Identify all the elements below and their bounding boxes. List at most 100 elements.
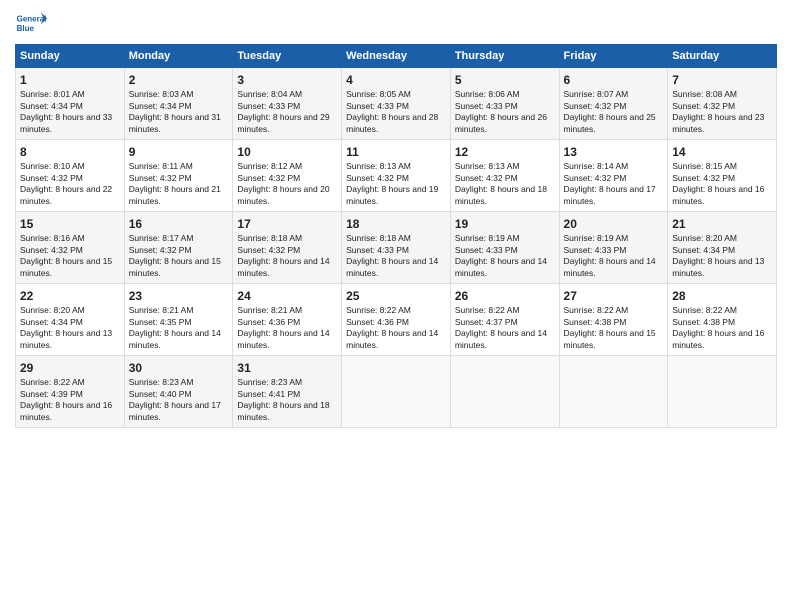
sunset-text: Sunset: 4:38 PM: [564, 317, 627, 327]
daylight-text: Daylight: 8 hours and 14 minutes.: [129, 328, 221, 349]
day-cell-23: 23Sunrise: 8:21 AMSunset: 4:35 PMDayligh…: [124, 284, 233, 356]
daylight-text: Daylight: 8 hours and 15 minutes.: [564, 328, 656, 349]
day-cell-8: 8Sunrise: 8:10 AMSunset: 4:32 PMDaylight…: [16, 140, 125, 212]
sunrise-text: Sunrise: 8:21 AM: [129, 305, 194, 315]
daylight-text: Daylight: 8 hours and 14 minutes.: [455, 328, 547, 349]
sunrise-text: Sunrise: 8:22 AM: [20, 377, 85, 387]
sunrise-text: Sunrise: 8:07 AM: [564, 89, 629, 99]
sunset-text: Sunset: 4:32 PM: [20, 173, 83, 183]
logo-icon: General Blue: [15, 10, 47, 38]
weekday-header-thursday: Thursday: [450, 45, 559, 68]
day-number: 29: [20, 360, 120, 376]
empty-cell: [668, 356, 777, 428]
day-number: 6: [564, 72, 664, 88]
day-number: 10: [237, 144, 337, 160]
daylight-text: Daylight: 8 hours and 17 minutes.: [564, 184, 656, 205]
weekday-header-tuesday: Tuesday: [233, 45, 342, 68]
day-cell-12: 12Sunrise: 8:13 AMSunset: 4:32 PMDayligh…: [450, 140, 559, 212]
day-cell-11: 11Sunrise: 8:13 AMSunset: 4:32 PMDayligh…: [342, 140, 451, 212]
sunrise-text: Sunrise: 8:22 AM: [564, 305, 629, 315]
sunrise-text: Sunrise: 8:12 AM: [237, 161, 302, 171]
calendar-container: General Blue SundayMondayTuesdayWednesda…: [0, 0, 792, 438]
weekday-header-row: SundayMondayTuesdayWednesdayThursdayFrid…: [16, 45, 777, 68]
week-row-5: 29Sunrise: 8:22 AMSunset: 4:39 PMDayligh…: [16, 356, 777, 428]
day-number: 31: [237, 360, 337, 376]
daylight-text: Daylight: 8 hours and 23 minutes.: [672, 112, 764, 133]
sunrise-text: Sunrise: 8:14 AM: [564, 161, 629, 171]
day-number: 3: [237, 72, 337, 88]
sunset-text: Sunset: 4:39 PM: [20, 389, 83, 399]
svg-text:Blue: Blue: [17, 24, 35, 33]
sunset-text: Sunset: 4:40 PM: [129, 389, 192, 399]
day-cell-7: 7Sunrise: 8:08 AMSunset: 4:32 PMDaylight…: [668, 68, 777, 140]
day-number: 14: [672, 144, 772, 160]
day-number: 21: [672, 216, 772, 232]
week-row-1: 1Sunrise: 8:01 AMSunset: 4:34 PMDaylight…: [16, 68, 777, 140]
logo: General Blue: [15, 10, 47, 38]
daylight-text: Daylight: 8 hours and 14 minutes.: [237, 256, 329, 277]
header-row: General Blue: [15, 10, 777, 38]
day-cell-25: 25Sunrise: 8:22 AMSunset: 4:36 PMDayligh…: [342, 284, 451, 356]
daylight-text: Daylight: 8 hours and 21 minutes.: [129, 184, 221, 205]
day-number: 24: [237, 288, 337, 304]
sunset-text: Sunset: 4:32 PM: [129, 245, 192, 255]
daylight-text: Daylight: 8 hours and 33 minutes.: [20, 112, 112, 133]
daylight-text: Daylight: 8 hours and 20 minutes.: [237, 184, 329, 205]
day-number: 20: [564, 216, 664, 232]
day-cell-17: 17Sunrise: 8:18 AMSunset: 4:32 PMDayligh…: [233, 212, 342, 284]
daylight-text: Daylight: 8 hours and 22 minutes.: [20, 184, 112, 205]
day-cell-26: 26Sunrise: 8:22 AMSunset: 4:37 PMDayligh…: [450, 284, 559, 356]
day-number: 25: [346, 288, 446, 304]
sunset-text: Sunset: 4:33 PM: [346, 245, 409, 255]
day-number: 1: [20, 72, 120, 88]
day-number: 13: [564, 144, 664, 160]
day-number: 16: [129, 216, 229, 232]
sunrise-text: Sunrise: 8:04 AM: [237, 89, 302, 99]
empty-cell: [559, 356, 668, 428]
sunset-text: Sunset: 4:32 PM: [237, 245, 300, 255]
day-number: 15: [20, 216, 120, 232]
empty-cell: [342, 356, 451, 428]
day-number: 28: [672, 288, 772, 304]
sunrise-text: Sunrise: 8:10 AM: [20, 161, 85, 171]
day-cell-30: 30Sunrise: 8:23 AMSunset: 4:40 PMDayligh…: [124, 356, 233, 428]
day-cell-31: 31Sunrise: 8:23 AMSunset: 4:41 PMDayligh…: [233, 356, 342, 428]
daylight-text: Daylight: 8 hours and 18 minutes.: [237, 400, 329, 421]
daylight-text: Daylight: 8 hours and 14 minutes.: [346, 256, 438, 277]
day-cell-29: 29Sunrise: 8:22 AM Sunset: 4:39 PMDayligh…: [16, 356, 125, 428]
day-cell-9: 9Sunrise: 8:11 AMSunset: 4:32 PMDaylight…: [124, 140, 233, 212]
day-cell-4: 4Sunrise: 8:05 AMSunset: 4:33 PMDaylight…: [342, 68, 451, 140]
sunrise-text: Sunrise: 8:22 AM: [455, 305, 520, 315]
weekday-header-friday: Friday: [559, 45, 668, 68]
sunset-text: Sunset: 4:32 PM: [346, 173, 409, 183]
sunrise-text: Sunrise: 8:13 AM: [346, 161, 411, 171]
daylight-text: Daylight: 8 hours and 18 minutes.: [455, 184, 547, 205]
daylight-text: Daylight: 8 hours and 14 minutes.: [455, 256, 547, 277]
day-cell-24: 24Sunrise: 8:21 AMSunset: 4:36 PMDayligh…: [233, 284, 342, 356]
sunset-text: Sunset: 4:33 PM: [455, 101, 518, 111]
day-cell-28: 28Sunrise: 8:22 AMSunset: 4:38 PMDayligh…: [668, 284, 777, 356]
sunrise-text: Sunrise: 8:15 AM: [672, 161, 737, 171]
sunset-text: Sunset: 4:32 PM: [672, 173, 735, 183]
sunset-text: Sunset: 4:36 PM: [237, 317, 300, 327]
sunrise-text: Sunrise: 8:21 AM: [237, 305, 302, 315]
daylight-text: Daylight: 8 hours and 29 minutes.: [237, 112, 329, 133]
day-cell-14: 14Sunrise: 8:15 AM Sunset: 4:32 PMDayligh…: [668, 140, 777, 212]
daylight-text: Daylight: 8 hours and 17 minutes.: [129, 400, 221, 421]
daylight-text: Daylight: 8 hours and 31 minutes.: [129, 112, 221, 133]
daylight-text: Daylight: 8 hours and 15 minutes.: [129, 256, 221, 277]
calendar-table: SundayMondayTuesdayWednesdayThursdayFrid…: [15, 44, 777, 428]
day-number: 4: [346, 72, 446, 88]
daylight-text: Daylight: 8 hours and 16 minutes.: [672, 184, 764, 205]
sunset-text: Sunset: 4:34 PM: [20, 317, 83, 327]
weekday-header-wednesday: Wednesday: [342, 45, 451, 68]
daylight-text: Daylight: 8 hours and 16 minutes.: [20, 400, 112, 421]
weekday-header-monday: Monday: [124, 45, 233, 68]
sunset-text: Sunset: 4:33 PM: [346, 101, 409, 111]
daylight-text: Daylight: 8 hours and 16 minutes.: [672, 328, 764, 349]
day-cell-19: 19Sunrise: 8:19 AMSunset: 4:33 PMDayligh…: [450, 212, 559, 284]
day-cell-16: 16Sunrise: 8:17 AMSunset: 4:32 PMDayligh…: [124, 212, 233, 284]
sunset-text: Sunset: 4:34 PM: [20, 101, 83, 111]
daylight-text: Daylight: 8 hours and 15 minutes.: [20, 256, 112, 277]
sunset-text: Sunset: 4:34 PM: [129, 101, 192, 111]
